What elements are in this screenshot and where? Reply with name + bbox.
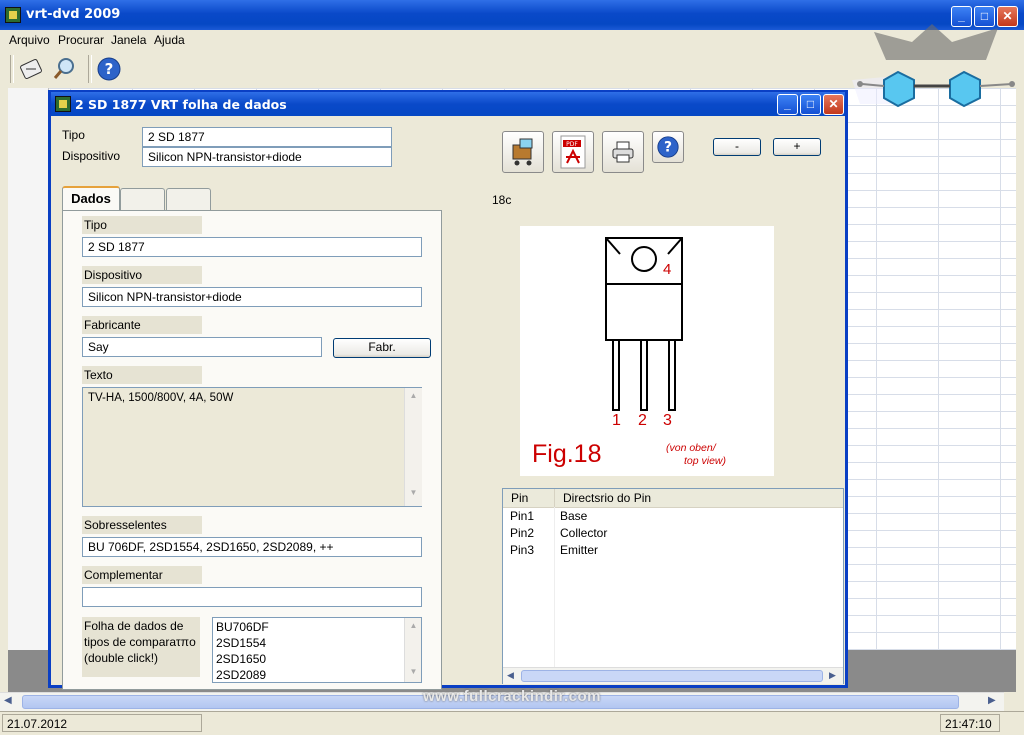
svg-text:PDF: PDF [566,141,578,148]
package-figure: 4 1 2 3 Fig.18 (von oben/ top view) [520,226,774,476]
complementar-field[interactable] [82,587,422,607]
table-row[interactable]: Pin2 Collector [503,525,843,542]
glasses-logo-icon [852,24,1015,108]
list-item[interactable]: 2SD1554 [216,635,418,651]
header-dispositivo-field[interactable]: Silicon NPN-transistor+diode [142,147,392,167]
tab-dados[interactable]: Dados [62,186,120,210]
texto-label: Texto [82,366,202,384]
direction-cell: Base [560,509,588,523]
complementar-label: Complementar [82,566,202,584]
tab-3[interactable] [166,188,211,210]
column-header-direction[interactable]: Directsrio do Pin [563,489,651,507]
figure-note-line1: (von oben/ [666,442,716,454]
dialog-icon [55,96,71,112]
dialog-close-button[interactable]: ✕ [823,94,844,115]
zoom-in-button[interactable]: + [773,138,821,156]
dialog-title-bar[interactable]: 2 SD 1877 VRT folha de dados _ □ ✕ [51,92,845,116]
app-icon [5,7,21,23]
direction-cell: Collector [560,526,608,540]
dialog-help-button[interactable]: ? [652,131,684,163]
menu-janela[interactable]: Janela [111,33,146,47]
vrt-icon[interactable] [14,52,48,86]
list-item[interactable]: 2SD2089 [216,667,418,682]
direction-cell: Emitter [560,543,599,557]
watermark-text: www.fullcrackindir.com [423,688,601,705]
svg-text:?: ? [105,60,114,78]
folha-scrollbar[interactable]: ▲ ▼ [404,618,421,682]
table-row[interactable]: Pin3 Emitter [503,542,843,559]
sobresselentes-label: Sobresselentes [82,516,202,534]
folha-label: Folha de dados de tipos de comparaτπo (d… [82,617,200,677]
scroll-left-icon[interactable]: ◀ [507,670,514,681]
tab-pin-label: 4 [663,261,672,278]
scroll-up-icon[interactable]: ▲ [405,391,422,400]
figure-code: 18c [492,193,512,207]
search-icon[interactable] [48,52,82,86]
header-dispositivo-label: Dispositivo [62,149,121,163]
column-header-pin[interactable]: Pin [511,489,528,507]
printer-icon [612,141,634,163]
background-row-column [8,88,49,650]
pin-table: Pin Directsrio do Pin Pin1 Base Pin2 Col… [502,488,844,684]
fabr-button[interactable]: Fabr. [333,338,431,358]
pin-label: 1 [612,412,621,429]
figure-caption: Fig.18 [532,440,602,468]
scroll-down-icon[interactable]: ▼ [405,667,421,676]
scrollbar-thumb[interactable] [521,670,823,682]
help-icon[interactable]: ? [92,52,126,86]
menu-procurar[interactable]: Procurar [58,33,104,47]
svg-text:?: ? [664,140,672,156]
app-title: vrt-dvd 2009 [26,7,121,22]
print-button[interactable] [602,131,644,173]
pdf-button[interactable]: PDF [552,131,594,173]
scroll-right-icon[interactable]: ▶ [829,670,836,681]
list-item[interactable]: BU706DF [216,619,418,635]
dialog-title: 2 SD 1877 VRT folha de dados [75,97,287,112]
pin-label: 2 [638,412,647,429]
zoom-out-button[interactable]: - [713,138,761,156]
tipo-field[interactable]: 2 SD 1877 [82,237,422,257]
column-divider [554,489,555,507]
logo [852,20,1020,120]
header-tipo-field[interactable]: 2 SD 1877 [142,127,392,147]
texto-scrollbar[interactable]: ▲ ▼ [404,388,422,506]
scroll-up-icon[interactable]: ▲ [405,621,421,630]
list-item[interactable]: 2SD1650 [216,651,418,667]
dialog-maximize-button[interactable]: □ [800,94,821,115]
dispositivo-field[interactable]: Silicon NPN-transistor+diode [82,287,422,307]
shop-cart-button[interactable] [502,131,544,173]
shopping-cart-icon [512,138,533,166]
menu-arquivo[interactable]: Arquivo [9,33,50,47]
fabricante-field[interactable]: Say [82,337,322,357]
pdf-icon: PDF [560,135,586,169]
header-tipo-label: Tipo [62,128,85,142]
tipo-label: Tipo [82,216,202,234]
dialog-minimize-button[interactable]: _ [777,94,798,115]
status-time: 21:47:10 [940,714,1000,732]
texto-area[interactable]: TV-HA, 1500/800V, 4A, 50W [82,387,422,507]
pin-cell: Pin3 [510,543,535,557]
texto-value: TV-HA, 1500/800V, 4A, 50W [88,392,234,404]
status-date: 21.07.2012 [2,714,202,732]
menu-ajuda[interactable]: Ajuda [154,33,185,47]
tab-2[interactable] [120,188,165,210]
scroll-down-icon[interactable]: ▼ [405,488,422,497]
help-icon: ? [657,136,679,158]
folha-list[interactable]: BU706DF 2SD1554 2SD1650 2SD2089 ▲ ▼ [212,617,422,683]
pin-cell: Pin1 [510,509,535,523]
table-row[interactable]: Pin1 Base [503,508,843,525]
pin-label: 3 [663,412,672,429]
sobresselentes-field[interactable]: BU 706DF, 2SD1554, 2SD1650, 2SD2089, ++ [82,537,422,557]
figure-note-line2: top view) [684,455,727,467]
transistor-package-drawing [605,237,683,411]
pin-table-header: Pin Directsrio do Pin [503,489,843,508]
dispositivo-label: Dispositivo [82,266,202,284]
fabricante-label: Fabricante [82,316,202,334]
pin-table-hscroll[interactable]: ◀ ▶ [503,667,843,684]
pin-cell: Pin2 [510,526,535,540]
